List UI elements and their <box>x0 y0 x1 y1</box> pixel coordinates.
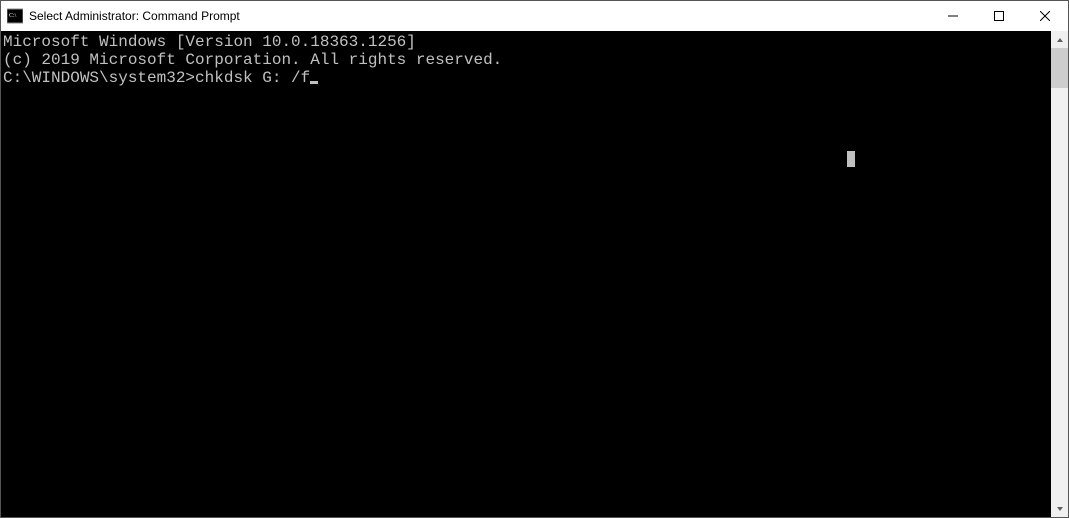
scroll-up-button[interactable] <box>1051 31 1068 48</box>
close-button[interactable] <box>1022 1 1068 31</box>
scroll-thumb[interactable] <box>1051 48 1068 88</box>
maximize-button[interactable] <box>976 1 1022 31</box>
terminal-line: Microsoft Windows [Version 10.0.18363.12… <box>3 33 1051 51</box>
scroll-down-button[interactable] <box>1051 500 1068 517</box>
minimize-button[interactable] <box>930 1 976 31</box>
cmd-icon: C:\ <box>7 8 23 24</box>
command-input: chkdsk G: /f <box>195 69 310 87</box>
terminal-area: Microsoft Windows [Version 10.0.18363.12… <box>1 31 1068 517</box>
titlebar[interactable]: C:\ Select Administrator: Command Prompt <box>1 1 1068 31</box>
prompt-line: C:\WINDOWS\system32>chkdsk G: /f <box>3 69 1051 87</box>
selection-cursor <box>847 151 855 167</box>
prompt: C:\WINDOWS\system32> <box>3 69 195 87</box>
text-cursor <box>310 81 318 84</box>
svg-text:C:\: C:\ <box>9 13 17 19</box>
command-prompt-window: C:\ Select Administrator: Command Prompt… <box>0 0 1069 518</box>
terminal-line: (c) 2019 Microsoft Corporation. All righ… <box>3 51 1051 69</box>
terminal-output[interactable]: Microsoft Windows [Version 10.0.18363.12… <box>1 31 1051 517</box>
window-title: Select Administrator: Command Prompt <box>29 9 930 23</box>
window-controls <box>930 1 1068 31</box>
vertical-scrollbar[interactable] <box>1051 31 1068 517</box>
